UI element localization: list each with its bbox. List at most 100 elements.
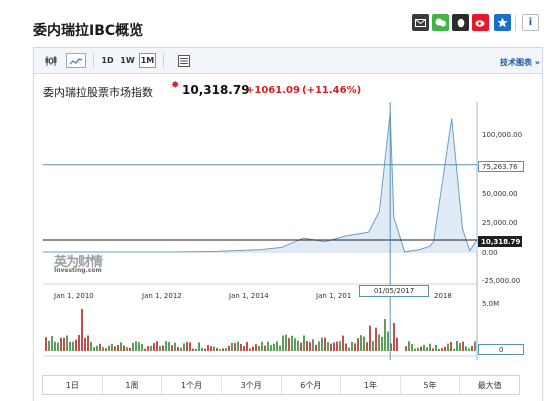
volume-bar <box>396 337 398 351</box>
volume-bar <box>294 338 296 351</box>
volume-bar <box>60 337 62 351</box>
period-button-1m[interactable]: 1个月 <box>162 376 222 394</box>
volume-bar <box>150 345 152 351</box>
volume-bar <box>411 344 413 351</box>
volume-bar <box>120 342 122 351</box>
volume-bar <box>225 348 227 351</box>
volume-bar <box>171 345 173 351</box>
volume-bar <box>84 337 86 351</box>
volume-bar <box>249 348 251 351</box>
volume-bar <box>138 342 140 351</box>
volume-bar <box>450 342 452 351</box>
x-tick-label: 2018 <box>434 292 452 300</box>
volume-bar <box>264 345 266 351</box>
volume-bar <box>441 348 443 351</box>
volume-bar <box>384 319 386 351</box>
period-button-3m[interactable]: 3个月 <box>222 376 282 394</box>
volume-bar <box>453 349 455 351</box>
volume-bar <box>261 341 263 351</box>
volume-bar <box>57 342 59 351</box>
volume-tick-label: 5.0M <box>482 300 500 308</box>
volume-bar <box>432 348 434 351</box>
volume-bar <box>444 346 446 351</box>
volume-bar <box>96 345 98 351</box>
volume-bars <box>45 309 476 351</box>
period-button-6m[interactable]: 6个月 <box>282 376 342 394</box>
crosshair-date-label: 01/05/2017 <box>359 285 429 297</box>
volume-bar <box>417 347 419 351</box>
volume-bar <box>447 343 449 351</box>
volume-bar <box>66 335 68 351</box>
volume-bar <box>78 334 80 351</box>
y-tick-label: 100,000.00 <box>482 131 523 139</box>
volume-bar <box>87 335 89 351</box>
volume-bar <box>153 343 155 351</box>
volume-bar <box>207 345 209 351</box>
period-button-max[interactable]: 最大值 <box>460 376 519 394</box>
volume-bar <box>456 341 458 351</box>
y-tick-label: 0.00 <box>482 249 498 257</box>
volume-bar <box>54 341 56 351</box>
period-button-1y[interactable]: 1年 <box>341 376 401 394</box>
price-chart[interactable] <box>0 0 554 401</box>
volume-bar <box>168 342 170 351</box>
volume-bar <box>375 327 377 351</box>
volume-bar <box>468 348 470 351</box>
crosshair-y-value: 75,263.76 <box>478 161 524 172</box>
period-button-5y[interactable]: 5年 <box>401 376 461 394</box>
volume-bar <box>51 336 53 351</box>
volume-bar <box>291 335 293 351</box>
volume-bar <box>201 347 203 351</box>
volume-bar <box>300 342 302 351</box>
volume-bar <box>438 349 440 351</box>
volume-bar <box>369 325 371 351</box>
volume-bar <box>156 341 158 351</box>
volume-bar <box>465 346 467 351</box>
volume-bar <box>114 346 116 351</box>
volume-bar <box>459 343 461 351</box>
volume-bar <box>282 335 284 351</box>
volume-bar <box>234 343 236 351</box>
volume-bar <box>72 341 74 351</box>
volume-bar <box>102 347 104 351</box>
volume-bar <box>270 345 272 351</box>
volume-bar <box>186 342 188 351</box>
volume-bar <box>144 348 146 351</box>
period-button-1d[interactable]: 1日 <box>43 376 103 394</box>
crosshair <box>43 102 477 360</box>
volume-bar <box>231 342 233 351</box>
volume-bar <box>90 341 92 351</box>
volume-bar <box>192 348 194 351</box>
watermark-logo-en: Investing.com <box>54 267 102 274</box>
volume-bar <box>327 342 329 351</box>
volume-bar <box>111 343 113 351</box>
volume-bar <box>279 345 281 351</box>
volume-zero-value: 0 <box>478 344 524 355</box>
current-value-tag: 10,318.79 <box>478 236 522 247</box>
volume-bar <box>195 348 197 351</box>
volume-bar <box>351 341 353 351</box>
volume-bar <box>267 341 269 351</box>
volume-bar <box>228 345 230 351</box>
volume-bar <box>63 337 65 351</box>
volume-bar <box>276 341 278 351</box>
x-tick-label: Jan 1, 2014 <box>229 292 269 300</box>
volume-bar <box>342 335 344 351</box>
volume-bar <box>366 342 368 351</box>
volume-bar <box>288 338 290 351</box>
volume-bar <box>381 336 383 351</box>
volume-bar <box>414 348 416 351</box>
volume-bar <box>240 343 242 351</box>
period-button-1w[interactable]: 1周 <box>103 376 163 394</box>
volume-bar <box>471 346 473 351</box>
volume-bar <box>174 342 176 351</box>
volume-bar <box>237 341 239 351</box>
volume-bar <box>177 346 179 351</box>
volume-bar <box>336 341 338 351</box>
volume-bar <box>45 337 47 351</box>
price-area-fill <box>43 112 477 252</box>
volume-bar <box>198 342 200 351</box>
volume-bar <box>309 342 311 351</box>
volume-bar <box>99 343 101 351</box>
volume-bar <box>243 346 245 351</box>
